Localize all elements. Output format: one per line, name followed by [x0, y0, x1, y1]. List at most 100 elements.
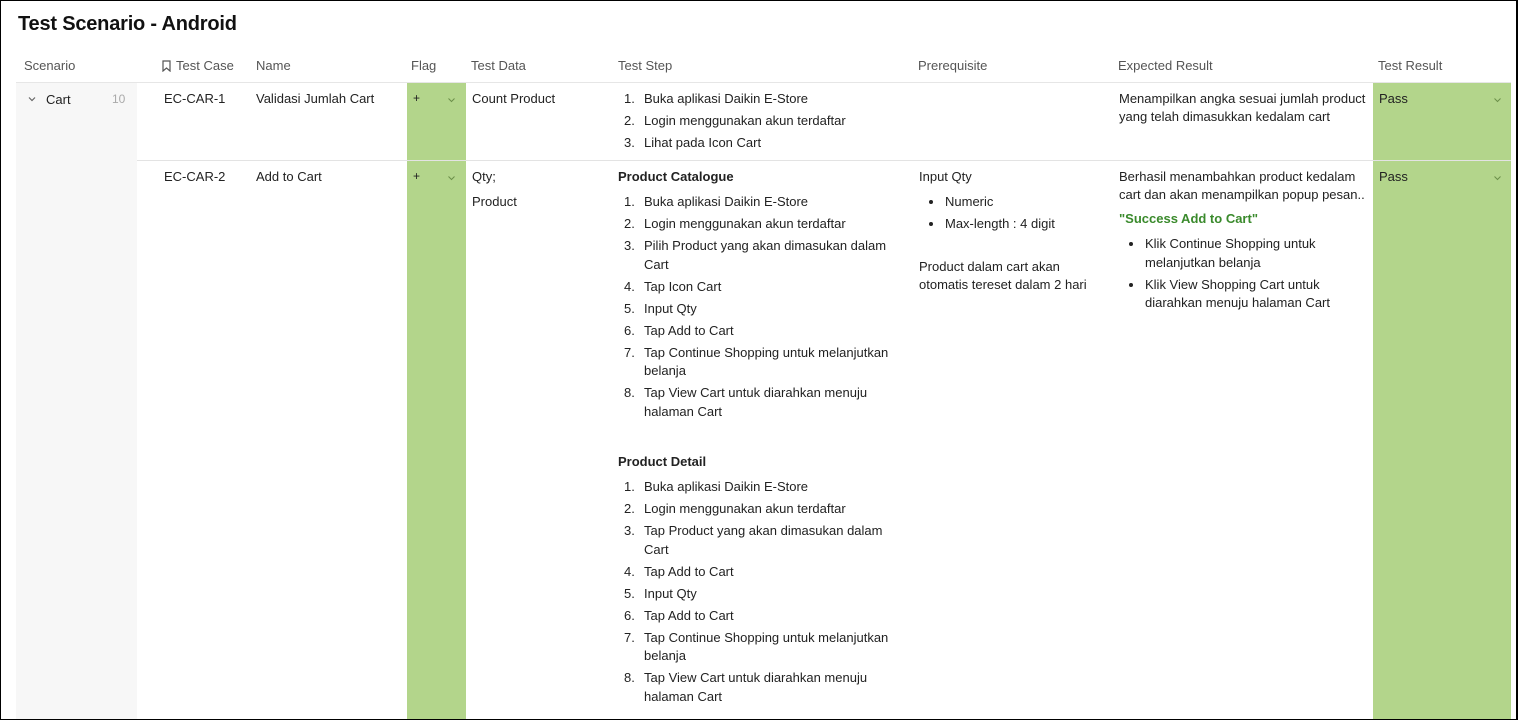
- step-text: Tap Add to Cart: [644, 322, 734, 338]
- bullet-item: Klik View Shopping Cart untuk diarahkan …: [1119, 276, 1367, 313]
- test-step-cell[interactable]: Product Catalogue 1. Buka aplikasi Daikin…: [618, 168, 903, 710]
- step-number: 8.: [624, 385, 635, 400]
- bullet-list: Klik Continue Shopping untuk melanjutkan…: [1119, 235, 1367, 313]
- column-header-flag[interactable]: Flag: [411, 58, 436, 73]
- step-item: 5. Input Qty: [618, 585, 903, 604]
- step-list: 1. Buka aplikasi Daikin E-Store 2. Login me…: [618, 193, 903, 421]
- step-item: 8. Tap View Cart untuk diarahkan menuju h…: [618, 384, 903, 421]
- step-item: 5. Input Qty: [618, 300, 903, 319]
- test-step-cell[interactable]: 1. Buka aplikasi Daikin E-Store 2. Login me…: [618, 90, 903, 156]
- step-number: 3.: [624, 135, 635, 150]
- flag-value[interactable]: +: [413, 91, 420, 105]
- prerequisite-note: Product dalam cart akan otomatis tereset…: [919, 258, 1087, 292]
- step-item: 2. Login menggunakan akun terdaftar: [618, 215, 903, 234]
- step-item: 1. Buka aplikasi Daikin E-Store: [618, 90, 903, 109]
- step-text: Login menggunakan akun terdaftar: [644, 216, 846, 231]
- bullet-item: Max-length : 4 digit: [919, 215, 1109, 234]
- flag-value[interactable]: +: [413, 169, 420, 183]
- test-result-value[interactable]: Pass: [1379, 168, 1408, 186]
- prerequisite-title: Input Qty: [919, 169, 972, 184]
- chevron-down-icon[interactable]: [1493, 175, 1502, 181]
- step-number: 8.: [624, 670, 635, 685]
- step-number: 2.: [624, 501, 635, 516]
- step-text: Buka aplikasi Daikin E-Store: [644, 194, 809, 209]
- column-header-scenario[interactable]: Scenario: [24, 58, 75, 73]
- step-number: 1.: [624, 194, 635, 209]
- step-text: Tap Icon Cart: [644, 278, 722, 294]
- bullet-item: Klik Continue Shopping untuk melanjutkan…: [1119, 235, 1367, 272]
- test-data-item[interactable]: Count Product: [472, 90, 555, 108]
- step-item: 4. Tap Add to Cart: [618, 563, 903, 582]
- step-item: 6. Tap Add to Cart: [618, 607, 903, 626]
- step-text: Tap View Cart untuk diarahkan menuju hal…: [644, 670, 868, 704]
- chevron-down-icon[interactable]: [1493, 97, 1502, 103]
- column-header-prerequisite[interactable]: Prerequisite: [918, 58, 987, 73]
- group-label: Cart: [46, 92, 71, 107]
- group-count: 10: [112, 92, 126, 106]
- step-number: 1.: [624, 479, 635, 494]
- step-number: 2.: [624, 216, 635, 231]
- step-text: Tap Continue Shopping untuk melanjutkan …: [644, 344, 889, 379]
- scenario-group[interactable]: Cart 10: [16, 83, 137, 719]
- step-text: Login menggunakan akun terdaftar: [644, 113, 846, 128]
- step-number: 6.: [624, 322, 635, 338]
- step-text: Buka aplikasi Daikin E-Store: [644, 479, 809, 494]
- section-heading: Product Detail: [618, 454, 707, 469]
- app-window: Test Scenario - Android Scenario Test Ca…: [0, 0, 1518, 720]
- test-case-id[interactable]: EC-CAR-1: [164, 90, 225, 108]
- column-header-name[interactable]: Name: [256, 58, 291, 73]
- step-text: Lihat pada Icon Cart: [644, 135, 762, 150]
- chevron-down-icon[interactable]: [447, 175, 456, 181]
- step-item: 3. Tap Product yang akan dimasukan dalam …: [618, 522, 903, 559]
- step-item: 6. Tap Add to Cart: [618, 322, 903, 341]
- step-item: 8. Tap View Cart untuk diarahkan menuju h…: [618, 669, 903, 706]
- success-message: "Success Add to Cart": [1119, 211, 1258, 226]
- step-number: 7.: [624, 629, 635, 645]
- test-result-value[interactable]: Pass: [1379, 90, 1408, 108]
- step-number: 5.: [624, 300, 635, 316]
- test-name[interactable]: Add to Cart: [256, 168, 322, 186]
- column-header-test-step[interactable]: Test Step: [618, 58, 672, 73]
- step-number: 5.: [624, 585, 635, 601]
- step-text: Login menggunakan akun terdaftar: [644, 501, 846, 516]
- column-header-expected-result[interactable]: Expected Result: [1118, 58, 1213, 73]
- row-divider: [137, 160, 1511, 161]
- section-heading: Product Catalogue: [618, 169, 734, 184]
- step-number: 3.: [624, 238, 635, 253]
- step-item: 1. Buka aplikasi Daikin E-Store: [618, 478, 903, 497]
- step-item: 3. Pilih Product yang akan dimasukan dala…: [618, 237, 903, 274]
- test-data-item[interactable]: Qty;: [472, 168, 496, 186]
- chevron-down-icon[interactable]: [447, 97, 456, 103]
- expected-result-text: Berhasil menambahkan product kedalam car…: [1119, 169, 1365, 202]
- step-item: 2. Login menggunakan akun terdaftar: [618, 500, 903, 519]
- step-list: 1. Buka aplikasi Daikin E-Store 2. Login me…: [618, 478, 903, 706]
- step-number: 7.: [624, 344, 635, 360]
- expected-result-text[interactable]: Menampilkan angka sesuai jumlah product …: [1119, 90, 1367, 126]
- step-item: 2. Login menggunakan akun terdaftar: [618, 112, 903, 131]
- expected-result-cell[interactable]: Berhasil menambahkan product kedalam car…: [1119, 168, 1367, 316]
- step-item: 7. Tap Continue Shopping untuk melanjutka…: [618, 344, 903, 381]
- column-header-test-data[interactable]: Test Data: [471, 58, 526, 73]
- step-text: Tap Add to Cart: [644, 563, 734, 579]
- step-item: 3. Lihat pada Icon Cart: [618, 134, 903, 153]
- column-header-test-case[interactable]: Test Case: [162, 58, 234, 73]
- prerequisite-cell[interactable]: Input Qty Numeric Max-length : 4 digit Pr…: [919, 168, 1109, 294]
- step-number: 6.: [624, 607, 635, 623]
- chevron-down-icon[interactable]: [26, 93, 38, 105]
- column-header-test-result[interactable]: Test Result: [1378, 58, 1442, 73]
- test-case-id[interactable]: EC-CAR-2: [164, 168, 225, 186]
- step-list: 1. Buka aplikasi Daikin E-Store 2. Login me…: [618, 90, 903, 153]
- table-header: Scenario Test Case Name Flag Test Data T…: [16, 51, 1511, 83]
- test-data-item[interactable]: Product: [472, 193, 517, 211]
- step-item: 1. Buka aplikasi Daikin E-Store: [618, 193, 903, 212]
- column-header-test-case-label: Test Case: [176, 58, 234, 73]
- step-text: Tap Add to Cart: [644, 607, 734, 623]
- step-text: Input Qty: [644, 300, 697, 316]
- step-text: Tap View Cart untuk diarahkan menuju hal…: [644, 385, 868, 419]
- bullet-item: Numeric: [919, 193, 1109, 212]
- bullet-list: Numeric Max-length : 4 digit: [919, 193, 1109, 234]
- step-number: 4.: [624, 563, 635, 579]
- test-name[interactable]: Validasi Jumlah Cart: [256, 90, 374, 108]
- step-text: Buka aplikasi Daikin E-Store: [644, 91, 809, 106]
- step-number: 4.: [624, 278, 635, 294]
